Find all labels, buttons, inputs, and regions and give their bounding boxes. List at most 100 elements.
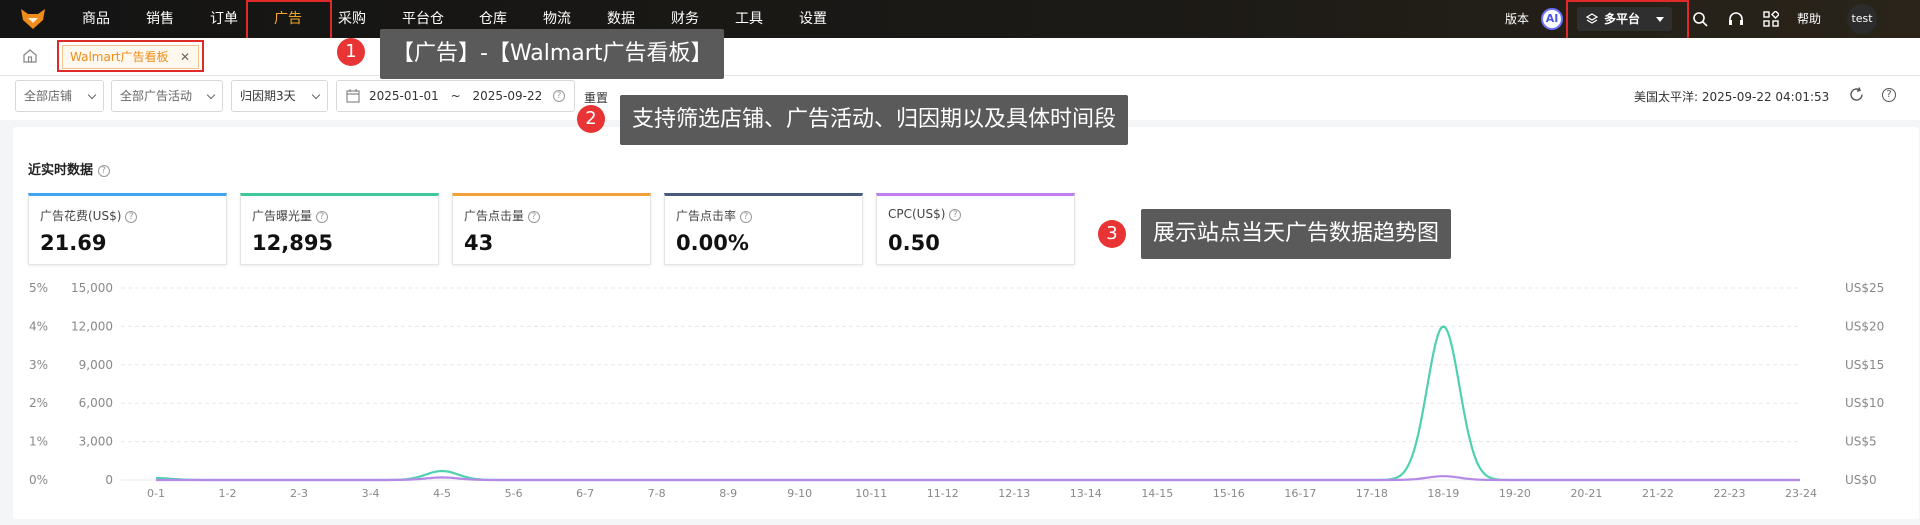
callout-1: 【广告】-【Walmart广告看板】 bbox=[380, 29, 725, 79]
x-tick: 2-3 bbox=[290, 487, 308, 500]
help-icon[interactable]: ? bbox=[739, 211, 752, 223]
section-title: 近实时数据 ? bbox=[28, 159, 110, 178]
y-tick-count: 12,000 bbox=[71, 319, 113, 333]
metric-label: 广告花费(US$) ? bbox=[40, 207, 138, 224]
chevron-down-icon bbox=[311, 90, 321, 100]
metric-value: 12,895 bbox=[252, 231, 334, 255]
metric-label: CPC(US$) ? bbox=[888, 207, 962, 221]
nav-item-11[interactable]: 设置 bbox=[799, 0, 827, 38]
help-link[interactable]: 帮助 bbox=[1797, 0, 1821, 38]
y-tick-count: 0 bbox=[105, 473, 113, 487]
callout-number-2: 2 bbox=[577, 105, 605, 133]
help-icon[interactable]: ? bbox=[125, 211, 138, 223]
date-start: 2025-01-01 bbox=[369, 89, 439, 103]
callout-2: 支持筛选店铺、广告活动、归因期以及具体时间段 bbox=[620, 95, 1129, 145]
x-tick: 5-6 bbox=[505, 487, 523, 500]
x-tick: 19-20 bbox=[1499, 487, 1531, 500]
y-tick-usd: US$25 bbox=[1845, 281, 1884, 295]
x-tick: 21-22 bbox=[1642, 487, 1674, 500]
x-tick: 15-16 bbox=[1213, 487, 1245, 500]
x-tick: 1-2 bbox=[219, 487, 237, 500]
nav-item-10[interactable]: 工具 bbox=[735, 0, 763, 38]
nav-item-4[interactable]: 采购 bbox=[338, 0, 366, 38]
y-tick-pct: 3% bbox=[29, 358, 48, 372]
x-tick: 12-13 bbox=[998, 487, 1030, 500]
metric-value: 21.69 bbox=[40, 231, 107, 255]
date-separator: ~ bbox=[450, 89, 461, 103]
nav-item-2[interactable]: 订单 bbox=[210, 0, 238, 38]
attribution-select-value: 归因期3天 bbox=[240, 89, 296, 103]
x-tick: 16-17 bbox=[1284, 487, 1316, 500]
x-tick: 3-4 bbox=[362, 487, 380, 500]
x-tick: 9-10 bbox=[787, 487, 812, 500]
x-tick: 4-5 bbox=[433, 487, 451, 500]
callout-number-3: 3 bbox=[1098, 220, 1126, 248]
callout-3: 展示站点当天广告数据趋势图 bbox=[1141, 209, 1452, 259]
reset-button[interactable]: 重置 bbox=[584, 89, 608, 106]
x-tick: 13-14 bbox=[1070, 487, 1102, 500]
metric-value: 0.00% bbox=[676, 231, 749, 255]
metric-card[interactable]: 广告点击量 ? 43 bbox=[452, 193, 651, 265]
metric-label: 广告点击量 ? bbox=[464, 207, 540, 224]
nav-item-0[interactable]: 商品 bbox=[82, 0, 110, 38]
trend-chart: 5% 15,000 US$25 4% 12,000 US$20 3% 9,000 US$15 2%… bbox=[29, 281, 1884, 500]
store-select-value: 全部店铺 bbox=[24, 89, 73, 103]
y-tick-usd: US$0 bbox=[1845, 473, 1877, 487]
help-icon[interactable]: ? bbox=[949, 209, 962, 221]
x-tick: 23-24 bbox=[1785, 487, 1817, 500]
x-tick: 8-9 bbox=[719, 487, 737, 500]
campaign-select[interactable]: 全部广告活动 bbox=[111, 80, 223, 112]
y-tick-count: 6,000 bbox=[79, 396, 113, 410]
fox-logo-icon[interactable] bbox=[20, 8, 46, 30]
ai-icon[interactable]: AI bbox=[1541, 8, 1563, 30]
refresh-icon[interactable] bbox=[1849, 87, 1864, 102]
help-icon[interactable]: ? bbox=[553, 90, 565, 102]
y-tick-count: 15,000 bbox=[71, 281, 113, 295]
tab-bar bbox=[0, 38, 1920, 76]
help-icon[interactable]: ? bbox=[1882, 88, 1896, 102]
y-tick-usd: US$10 bbox=[1845, 396, 1884, 410]
campaign-select-value: 全部广告活动 bbox=[120, 89, 193, 103]
headset-icon[interactable] bbox=[1728, 11, 1744, 27]
chevron-down-icon bbox=[87, 90, 97, 100]
user-avatar[interactable]: test bbox=[1847, 4, 1877, 34]
metric-value: 0.50 bbox=[888, 231, 940, 255]
metric-card[interactable]: 广告花费(US$) ? 21.69 bbox=[28, 193, 227, 265]
chevron-down-icon bbox=[206, 90, 216, 100]
y-tick-pct: 2% bbox=[29, 396, 48, 410]
y-tick-usd: US$20 bbox=[1845, 319, 1884, 333]
series-line-1 bbox=[156, 475, 1800, 482]
section-title-text: 近实时数据 bbox=[28, 163, 94, 178]
help-icon[interactable]: ? bbox=[315, 211, 328, 223]
search-icon[interactable] bbox=[1692, 11, 1708, 27]
version-link[interactable]: 版本 bbox=[1505, 0, 1529, 38]
y-tick-usd: US$15 bbox=[1845, 358, 1884, 372]
y-tick-count: 9,000 bbox=[79, 358, 113, 372]
metric-card[interactable]: 广告曝光量 ? 12,895 bbox=[240, 193, 439, 265]
attribution-select[interactable]: 归因期3天 bbox=[231, 80, 328, 112]
grid-apps-icon[interactable] bbox=[1763, 11, 1779, 27]
home-icon[interactable] bbox=[22, 48, 38, 64]
x-tick: 20-21 bbox=[1570, 487, 1602, 500]
metric-card[interactable]: CPC(US$) ? 0.50 bbox=[876, 193, 1075, 265]
x-tick: 11-12 bbox=[927, 487, 959, 500]
help-icon[interactable]: ? bbox=[97, 165, 110, 177]
x-tick: 6-7 bbox=[576, 487, 594, 500]
y-tick-pct: 1% bbox=[29, 435, 48, 449]
x-tick: 10-11 bbox=[855, 487, 887, 500]
calendar-icon bbox=[346, 89, 360, 103]
x-tick: 14-15 bbox=[1141, 487, 1173, 500]
nav-item-1[interactable]: 销售 bbox=[146, 0, 174, 38]
metric-card[interactable]: 广告点击率 ? 0.00% bbox=[664, 193, 863, 265]
y-tick-pct: 5% bbox=[29, 281, 48, 295]
date-range-picker[interactable]: 2025-01-01 ~ 2025-09-22 ? bbox=[336, 80, 575, 112]
y-tick-pct: 4% bbox=[29, 319, 48, 333]
metric-value: 43 bbox=[464, 231, 494, 255]
y-tick-count: 3,000 bbox=[79, 435, 113, 449]
y-tick-pct: 0% bbox=[29, 473, 48, 487]
help-icon[interactable]: ? bbox=[527, 211, 540, 223]
store-select[interactable]: 全部店铺 bbox=[15, 80, 104, 112]
callout-number-1: 1 bbox=[337, 38, 365, 66]
metric-label: 广告曝光量 ? bbox=[252, 207, 328, 224]
metric-label: 广告点击率 ? bbox=[676, 207, 752, 224]
